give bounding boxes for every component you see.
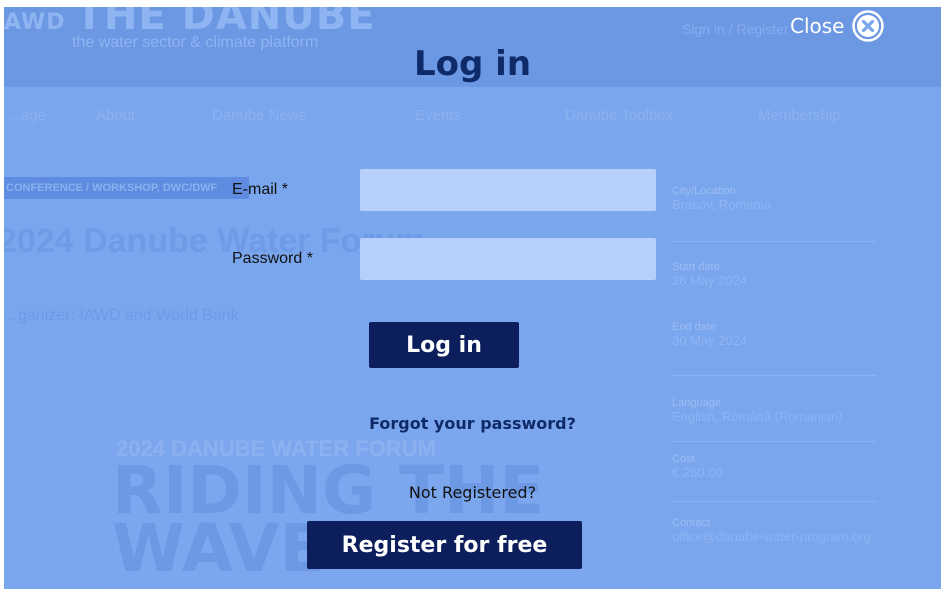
password-label: Password * — [232, 250, 313, 267]
close-button[interactable]: Close — [790, 10, 885, 42]
password-field[interactable] — [360, 238, 656, 280]
forgot-password-link[interactable]: Forgot your password? — [0, 414, 945, 433]
nav-item-events: Events — [415, 107, 461, 124]
detail-start-date: Start date 28 May 2024 — [672, 261, 748, 288]
detail-divider — [672, 441, 877, 442]
detail-contact: Contact office@danube-water-program.org — [672, 517, 871, 544]
register-button[interactable]: Register for free — [307, 521, 582, 569]
email-label: E-mail * — [232, 181, 289, 198]
nav-item-membership: Membership — [758, 107, 841, 124]
logo-prefix: AWD — [4, 10, 66, 35]
detail-cost: Cost € 260.00 — [672, 453, 723, 480]
modal-title: Log in — [413, 44, 532, 84]
close-circle-icon[interactable] — [852, 10, 885, 42]
close-label: Close — [790, 14, 845, 38]
nav-item-news: Danube News — [212, 107, 307, 124]
detail-location: City/Location Brasov, Romania — [672, 185, 771, 212]
email-field[interactable] — [360, 169, 656, 211]
detail-end-date: End date 30 May 2024 — [672, 321, 748, 348]
detail-divider — [672, 375, 877, 376]
event-category-badge: CONFERENCE / WORKSHOP, DWC/DWF — [4, 177, 249, 199]
login-button[interactable]: Log in — [369, 322, 519, 368]
nav-item-about: About — [96, 107, 136, 124]
not-registered-text: Not Registered? — [408, 483, 537, 502]
nav-item-toolbox: Danube Toolbox — [565, 107, 674, 124]
account-link: Sign in / Register — [682, 21, 789, 37]
nav-item-home: …age — [6, 107, 47, 124]
detail-divider — [672, 241, 877, 242]
event-organizer: …ganizer: IAWD and World Bank — [4, 307, 239, 324]
